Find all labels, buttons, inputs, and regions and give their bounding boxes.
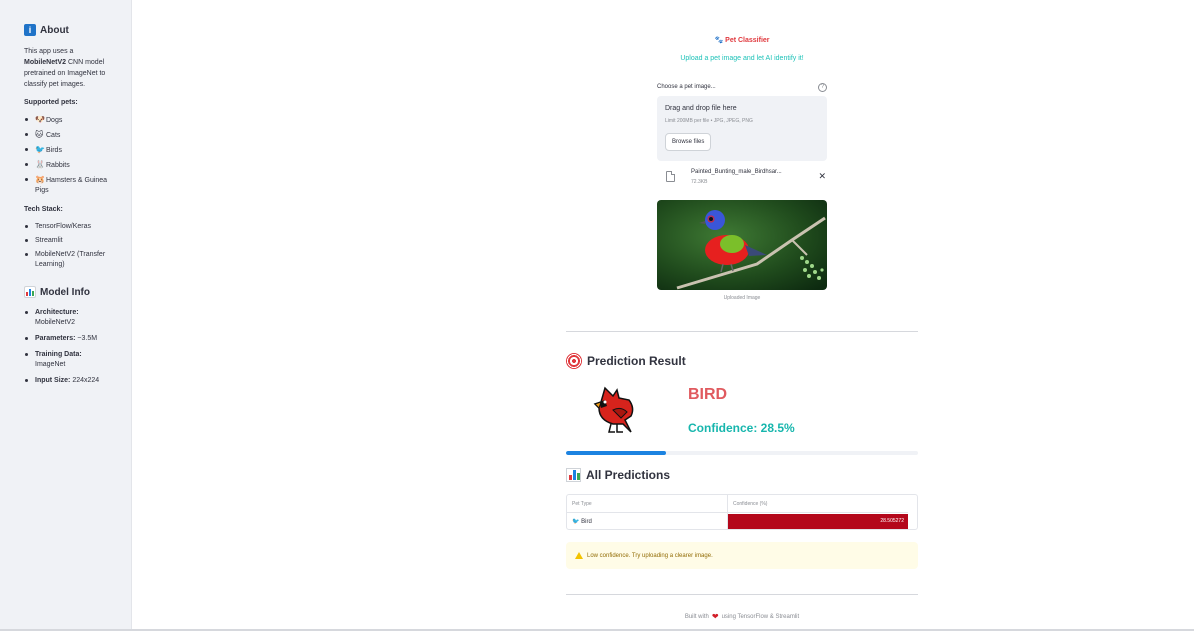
sidebar: i About This app uses a MobileNetV2 CNN … <box>0 0 132 631</box>
all-predictions-title: All Predictions <box>586 468 671 482</box>
model-info-heading: Model Info <box>24 286 115 298</box>
list-item: Parameters: ~3.5M <box>24 334 115 344</box>
model-info-key: Input Size: <box>35 377 71 384</box>
cat-icon: 🐱 <box>35 130 44 139</box>
file-dropzone[interactable]: Drag and drop file here Limit 200MB per … <box>657 96 827 161</box>
info-icon: i <box>24 24 36 36</box>
uploaded-file: Painted_Bunting_male_Birdhsar... 72.3KB … <box>666 167 826 189</box>
list-item: Streamlit <box>24 236 115 246</box>
page-title: 🐾 Pet Classifier <box>566 36 918 44</box>
divider <box>566 331 918 332</box>
prediction-result-title: Prediction Result <box>587 354 686 368</box>
list-item: 🐦Birds <box>24 145 115 156</box>
list-item: Architecture: MobileNetV2 <box>24 308 115 328</box>
dropzone-limit: Limit 200MB per file • JPG, JPEG, PNG <box>665 118 753 124</box>
bird-icon: 🐦 <box>35 145 45 154</box>
file-name: Painted_Bunting_male_Birdhsar... <box>691 169 782 175</box>
pet-label: Rabbits <box>46 162 70 169</box>
dropzone-text: Drag and drop file here <box>665 105 737 112</box>
confidence-progress-fill <box>566 451 667 455</box>
model-info-key: Parameters: <box>35 335 76 342</box>
tech-stack-label: Tech Stack: <box>24 206 63 213</box>
model-info-value: 224x224 <box>72 377 100 384</box>
warning-icon <box>575 552 583 559</box>
pet-label: Birds <box>46 147 62 154</box>
about-text: This app uses a MobileNetV2 CNN model pr… <box>24 46 115 90</box>
confidence-progress-bar <box>566 451 918 455</box>
page-subtitle: Upload a pet image and let AI identify i… <box>680 55 804 62</box>
supported-pets-label: Supported pets: <box>24 99 78 106</box>
uploader-label: Choose a pet image... <box>657 84 716 90</box>
file-icon <box>666 171 675 182</box>
pet-label: Cats <box>46 132 61 139</box>
hamster-icon: 🐹 <box>35 175 45 184</box>
pet-label: Hamsters & Guinea Pigs <box>35 177 108 194</box>
list-item: 🐰Rabbits <box>24 160 115 171</box>
model-info-key: Training Data: <box>35 351 82 358</box>
model-info-title: Model Info <box>40 286 90 298</box>
list-item: 🐱 Cats <box>24 130 115 141</box>
model-info-key: Architecture: <box>35 309 79 316</box>
remove-file-button[interactable]: ✕ <box>818 172 826 181</box>
rabbit-icon: 🐰 <box>35 160 45 169</box>
paw-icon: 🐾 <box>714 37 724 44</box>
uploaded-image <box>657 200 827 290</box>
column-header[interactable]: Confidence (%) <box>728 495 908 513</box>
column-header[interactable]: Pet Type <box>567 495 727 513</box>
model-info-value: ~3.5M <box>77 335 98 342</box>
prediction-label: BIRD <box>688 386 728 403</box>
file-size: 72.3KB <box>691 179 708 185</box>
target-icon <box>566 353 582 369</box>
prediction-confidence: Confidence: 28.5% <box>688 421 795 435</box>
about-title: About <box>40 24 69 36</box>
list-item: Input Size: 224x224 <box>24 376 115 386</box>
list-item: MobileNetV2 (Transfer Learning) <box>24 250 115 270</box>
table-cell-confidence: 28.505272 <box>880 518 904 524</box>
page-title-text: Pet Classifier <box>725 37 770 44</box>
divider <box>566 594 918 595</box>
prediction-result-heading: Prediction Result <box>566 353 686 369</box>
cardinal-icon <box>591 384 641 436</box>
footer: Built with ❤ using TensorFlow & Streamli… <box>566 612 918 621</box>
model-info-value: MobileNetV2 <box>35 319 76 326</box>
all-predictions-heading: All Predictions <box>566 468 670 482</box>
list-item: 🐶Dogs <box>24 115 115 126</box>
image-caption: Uploaded Image <box>723 295 761 301</box>
model-info-value: ImageNet <box>35 361 66 368</box>
footer-text-post: using TensorFlow & Streamlit <box>721 613 800 620</box>
browse-files-button[interactable]: Browse files <box>665 133 712 151</box>
predictions-table: Pet Type Confidence (%) 🐦 Bird 28.505272 <box>566 494 918 530</box>
footer-text-pre: Built with <box>684 613 709 620</box>
about-text-pre: This app uses a <box>24 48 74 55</box>
supported-pets-list: 🐶Dogs 🐱 Cats 🐦Birds 🐰Rabbits 🐹Hamsters & … <box>24 115 115 196</box>
about-heading: i About <box>24 24 115 36</box>
low-confidence-warning: Low confidence. Try uploading a clearer … <box>566 542 918 569</box>
about-text-model: MobileNetV2 <box>24 59 67 66</box>
bar-chart-icon <box>566 468 581 482</box>
list-item: Training Data: ImageNet <box>24 350 115 370</box>
help-icon[interactable]: ? <box>818 83 827 92</box>
table-cell-type: 🐦 Bird <box>572 519 592 525</box>
bar-chart-icon <box>24 286 36 298</box>
pet-label: Dogs <box>46 117 63 124</box>
list-item: TensorFlow/Keras <box>24 222 115 232</box>
model-info-list: Architecture: MobileNetV2 Parameters: ~3.… <box>24 308 115 386</box>
heart-icon: ❤ <box>711 612 719 621</box>
warning-text: Low confidence. Try uploading a clearer … <box>587 552 713 559</box>
tech-stack-list: TensorFlow/Keras Streamlit MobileNetV2 (… <box>24 222 115 270</box>
dog-icon: 🐶 <box>35 115 45 124</box>
list-item: 🐹Hamsters & Guinea Pigs <box>24 175 115 196</box>
